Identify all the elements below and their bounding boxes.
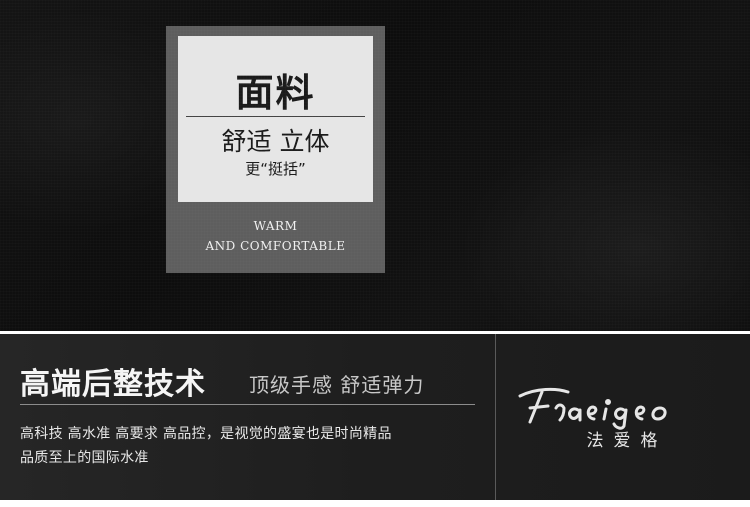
banner-headline: 高端后整技术 bbox=[20, 367, 206, 402]
banner-tagline: 顶级手感 舒适弹力 bbox=[249, 373, 425, 397]
card-inner-panel: 面料 舒适 立体 更“挺括” bbox=[178, 36, 373, 202]
card-divider bbox=[186, 116, 365, 117]
card-note: 更“挺括” bbox=[245, 160, 306, 178]
card-english-line1: WARM bbox=[253, 219, 298, 233]
brand-wordmark-logo-icon bbox=[518, 387, 667, 430]
bottom-margin bbox=[0, 500, 750, 507]
card-subtitle: 舒适 立体 bbox=[221, 127, 330, 156]
banner-body-line1: 高科技 高水准 高要求 高品控，是视觉的盛宴也是时尚精品 bbox=[20, 426, 392, 442]
technology-banner: 高端后整技术 顶级手感 舒适弹力 高科技 高水准 高要求 高品控，是视觉的盛宴也… bbox=[0, 334, 750, 500]
card-english-line2: AND COMFORTABLE bbox=[205, 239, 346, 253]
fabric-photo: 面料 舒适 立体 更“挺括” WARM AND COMFORTABLE bbox=[0, 0, 750, 331]
brand-chinese-name: 法爱格 bbox=[586, 431, 668, 451]
card-title: 面料 bbox=[235, 70, 316, 115]
banner-rule bbox=[20, 404, 475, 405]
banner-body-line2: 品质至上的国际水准 bbox=[20, 450, 149, 466]
brand-logo: 法爱格 bbox=[496, 334, 750, 500]
fabric-info-card: 面料 舒适 立体 更“挺括” WARM AND COMFORTABLE bbox=[166, 26, 385, 273]
